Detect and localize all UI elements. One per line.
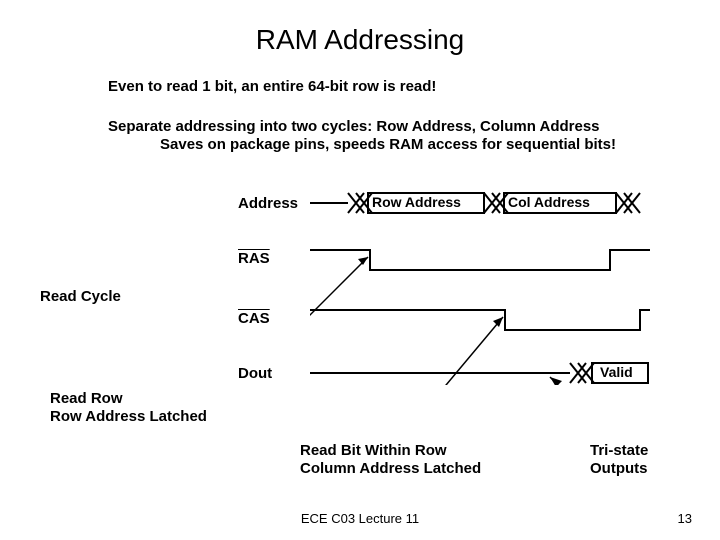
- subtitle: Even to read 1 bit, an entire 64-bit row…: [108, 78, 436, 95]
- annotation-read-row: Read Row: [50, 390, 123, 407]
- signal-label-dout: Dout: [238, 365, 272, 382]
- page-number: 13: [678, 511, 692, 526]
- signal-label-address: Address: [238, 195, 298, 212]
- timing-diagram: [310, 185, 670, 385]
- annotation-row-latched: Row Address Latched: [50, 408, 207, 425]
- bus-label-col-address: Col Address: [508, 194, 590, 210]
- footer-text: ECE C03 Lecture 11: [0, 511, 720, 526]
- annotation-tristate: Tri-state: [590, 442, 648, 459]
- bus-label-valid: Valid: [600, 364, 633, 380]
- signal-label-cas: CAS: [238, 310, 270, 327]
- signal-label-ras: RAS: [238, 250, 270, 267]
- annotation-outputs: Outputs: [590, 460, 648, 477]
- annotation-col-latched: Column Address Latched: [300, 460, 481, 477]
- read-cycle-label: Read Cycle: [40, 288, 121, 305]
- page-title: RAM Addressing: [0, 24, 720, 56]
- description-line-1: Separate addressing into two cycles: Row…: [108, 118, 600, 135]
- description-line-2: Saves on package pins, speeds RAM access…: [160, 136, 616, 153]
- bus-label-row-address: Row Address: [372, 194, 461, 210]
- annotation-read-bit: Read Bit Within Row: [300, 442, 447, 459]
